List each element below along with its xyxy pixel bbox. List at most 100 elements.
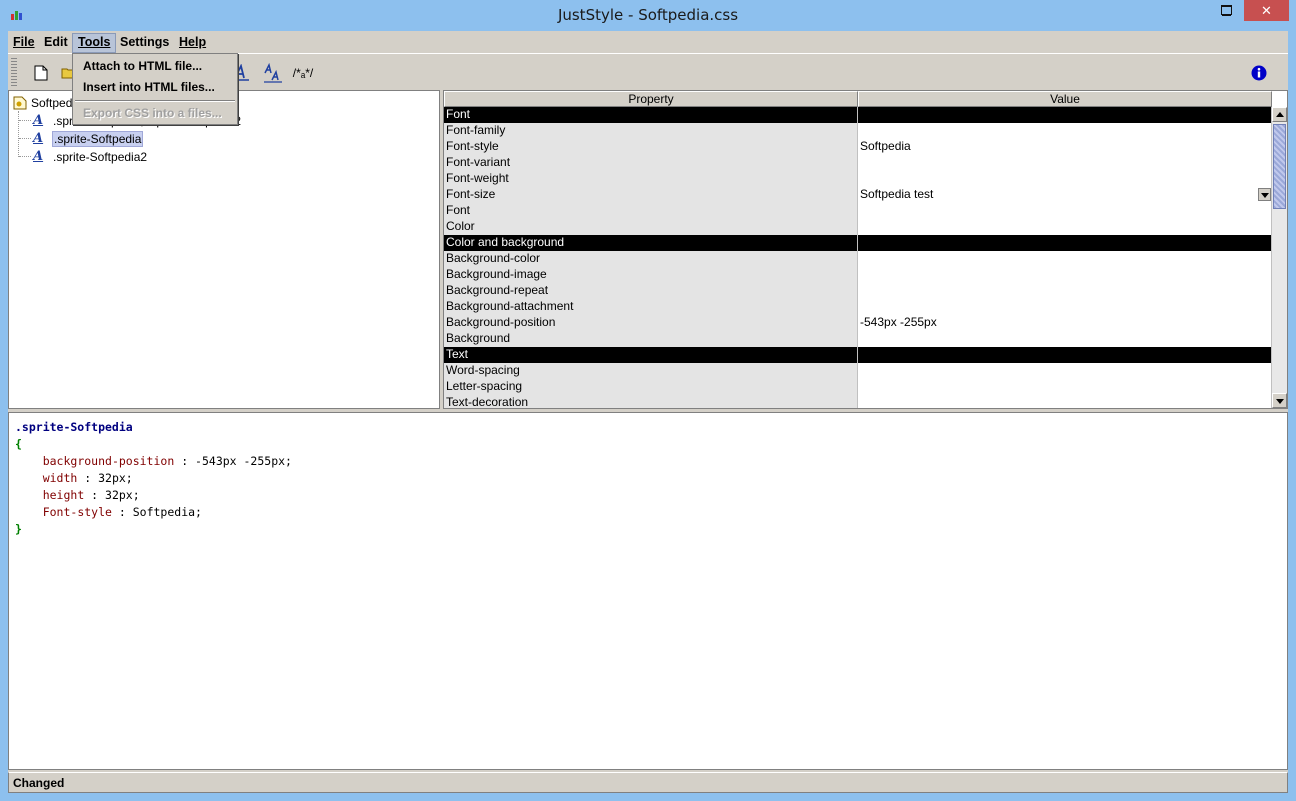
table-row[interactable]: Font-family (444, 123, 1272, 139)
window-title: JustStyle - Softpedia.css (557, 6, 739, 24)
value-cell[interactable] (858, 219, 1272, 235)
column-header-value[interactable]: Value (858, 91, 1272, 107)
value-cell[interactable] (858, 347, 1272, 363)
code-declaration: Font-style : Softpedia; (42, 505, 202, 519)
menu-item-insert-html[interactable]: Insert into HTML files... (74, 77, 236, 97)
property-scrollbar[interactable] (1271, 107, 1287, 408)
close-icon: ✕ (1261, 3, 1272, 18)
table-row[interactable]: Background-color (444, 251, 1272, 267)
scroll-up-button[interactable] (1272, 107, 1287, 122)
value-cell[interactable] (858, 331, 1272, 347)
menu-item-export-css: Export CSS into a files... (83, 106, 222, 120)
menu-tools[interactable]: Tools (72, 33, 117, 53)
code-value: -543px -255px; (195, 454, 292, 468)
menu-help-label: Help (179, 35, 207, 49)
section-row[interactable]: Font (444, 107, 1272, 123)
property-table: Property Value Font Font-family Font-style… (443, 90, 1288, 409)
table-row[interactable]: Font-variant (444, 155, 1272, 171)
title-bar[interactable]: JustStyle - Softpedia.css ✕ (0, 0, 1296, 31)
style-a-icon: A (33, 113, 44, 128)
client-area: File Edit Tools Settings Help /*ₐ*/ Soft… (8, 31, 1288, 793)
value-cell[interactable]: -543px -255px (858, 315, 1272, 331)
comment-button[interactable]: /*ₐ*/ (292, 62, 314, 84)
info-icon (1251, 65, 1267, 81)
property-cell: Font (444, 107, 858, 123)
value-cell[interactable] (858, 267, 1272, 283)
value-cell[interactable] (858, 379, 1272, 395)
info-button[interactable] (1248, 62, 1270, 84)
scroll-thumb[interactable] (1273, 124, 1286, 209)
code-value: Softpedia; (132, 505, 202, 519)
style-a-icon: A (33, 131, 44, 146)
menu-settings[interactable]: Settings (115, 34, 174, 52)
table-row[interactable]: Font (444, 203, 1272, 219)
value-cell[interactable] (858, 155, 1272, 171)
style-aa-icon (264, 63, 282, 83)
code-open-brace: { (15, 437, 22, 451)
table-row[interactable]: Background-attachment (444, 299, 1272, 315)
property-cell: Background-repeat (444, 283, 858, 299)
table-row[interactable]: Background-repeat (444, 283, 1272, 299)
code-close-brace: } (15, 522, 22, 536)
value-cell[interactable] (858, 395, 1272, 408)
code-value: 32px; (98, 471, 133, 485)
table-row[interactable]: Background-position -543px -255px (444, 315, 1272, 331)
value-cell[interactable] (858, 363, 1272, 379)
column-header-property[interactable]: Property (444, 91, 858, 107)
section-row[interactable]: Color and background (444, 235, 1272, 251)
value-cell[interactable] (858, 251, 1272, 267)
property-cell: Font (444, 203, 858, 219)
value-cell[interactable] (858, 171, 1272, 187)
value-cell[interactable]: Softpedia (858, 139, 1272, 155)
menu-item-attach-html[interactable]: Attach to HTML file... (74, 56, 236, 76)
maximize-button[interactable] (1213, 0, 1240, 21)
new-file-button[interactable] (30, 62, 52, 84)
tree-connector (19, 120, 31, 121)
table-row[interactable]: Color (444, 219, 1272, 235)
tree-connector (19, 138, 31, 139)
property-cell: Color and background (444, 235, 858, 251)
table-row[interactable]: Letter-spacing (444, 379, 1272, 395)
menu-edit[interactable]: Edit (39, 34, 73, 52)
value-text: Softpedia (860, 139, 911, 153)
table-header: Property Value (444, 91, 1272, 107)
menu-file-label: File (13, 35, 35, 49)
value-cell[interactable] (858, 107, 1272, 123)
property-cell: Background-image (444, 267, 858, 283)
app-window: JustStyle - Softpedia.css ✕ File Edit To… (0, 0, 1296, 801)
property-cell: Background (444, 331, 858, 347)
dropdown-arrow-icon[interactable] (1258, 188, 1271, 201)
table-row[interactable]: Background-image (444, 267, 1272, 283)
value-cell[interactable] (858, 283, 1272, 299)
table-row[interactable]: Text-decoration (444, 395, 1272, 408)
section-row[interactable]: Text (444, 347, 1272, 363)
value-cell[interactable] (858, 203, 1272, 219)
toolbar-grip[interactable] (11, 58, 17, 86)
menu-help[interactable]: Help (174, 34, 211, 52)
add-substyle-button[interactable] (262, 62, 284, 84)
value-cell[interactable] (858, 123, 1272, 139)
menu-file[interactable]: File (8, 34, 40, 52)
tree-node[interactable]: A .sprite-Softpedia2 (19, 148, 148, 165)
table-row[interactable]: Font-style Softpedia (444, 139, 1272, 155)
value-cell[interactable] (858, 299, 1272, 315)
value-cell[interactable] (858, 235, 1272, 251)
table-row[interactable]: Font-weight (444, 171, 1272, 187)
css-code-editor[interactable]: .sprite-Softpedia { background-position … (8, 412, 1288, 770)
code-value: 32px; (105, 488, 140, 502)
table-row[interactable]: Word-spacing (444, 363, 1272, 379)
close-button[interactable]: ✕ (1244, 0, 1289, 21)
menu-bar: File Edit Tools Settings Help (8, 31, 1288, 53)
property-cell: Font-variant (444, 155, 858, 171)
scroll-down-button[interactable] (1272, 393, 1287, 408)
property-cell: Word-spacing (444, 363, 858, 379)
value-cell[interactable]: Softpedia test (858, 187, 1272, 203)
style-tree[interactable]: Softpedia A .sprite-Softpedia, .sprite-S… (8, 90, 440, 409)
code-property: background-position (42, 454, 175, 468)
tree-node-selected[interactable]: A .sprite-Softpedia (19, 130, 144, 147)
tree-node-label: .sprite-Softpedia2 (53, 149, 148, 164)
table-row[interactable]: Background (444, 331, 1272, 347)
table-row[interactable]: Font-size Softpedia test (444, 187, 1272, 203)
code-declaration: height : 32px; (42, 488, 140, 502)
menu-tools-label: Tools (78, 35, 111, 49)
